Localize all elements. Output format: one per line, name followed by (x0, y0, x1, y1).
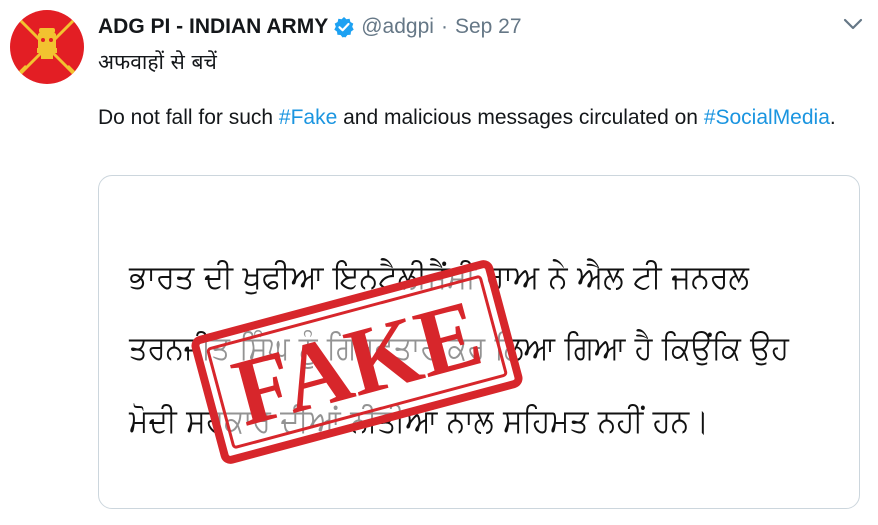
tweet-header: ADG PI - INDIAN ARMY @adgpi · Sep 27 (98, 13, 522, 41)
tweet-date[interactable]: Sep 27 (455, 15, 522, 39)
verified-badge-icon (333, 16, 355, 38)
account-name[interactable]: ADG PI - INDIAN ARMY (98, 15, 328, 39)
separator-dot: · (440, 15, 448, 38)
tweet-text: Do not fall for such #Fake and malicious… (98, 103, 858, 132)
tweet-hindi-line: अफवाहों से बचें (98, 50, 217, 74)
tweet-text-part: and malicious messages circulated on (337, 106, 704, 129)
avatar[interactable] (10, 10, 84, 84)
hashtag-fake-link[interactable]: #Fake (279, 106, 337, 129)
tweet-media-image[interactable]: ਭਾਰਤ ਦੀ ਖੁਫੀਆ ਇਨਟੈਲੀਜੈਂਸੀ ਰਾਅ ਨੇ ਐਲ ਟੀ ਜ… (98, 175, 860, 509)
account-handle[interactable]: @adgpi (361, 15, 434, 39)
more-options-chevron-down-icon[interactable] (840, 14, 866, 34)
tweet-text-part: Do not fall for such (98, 106, 279, 129)
tweet-text-part: . (829, 106, 836, 129)
hashtag-socialmedia-link[interactable]: #SocialMedia (704, 106, 830, 129)
indian-army-emblem-icon (18, 18, 76, 76)
